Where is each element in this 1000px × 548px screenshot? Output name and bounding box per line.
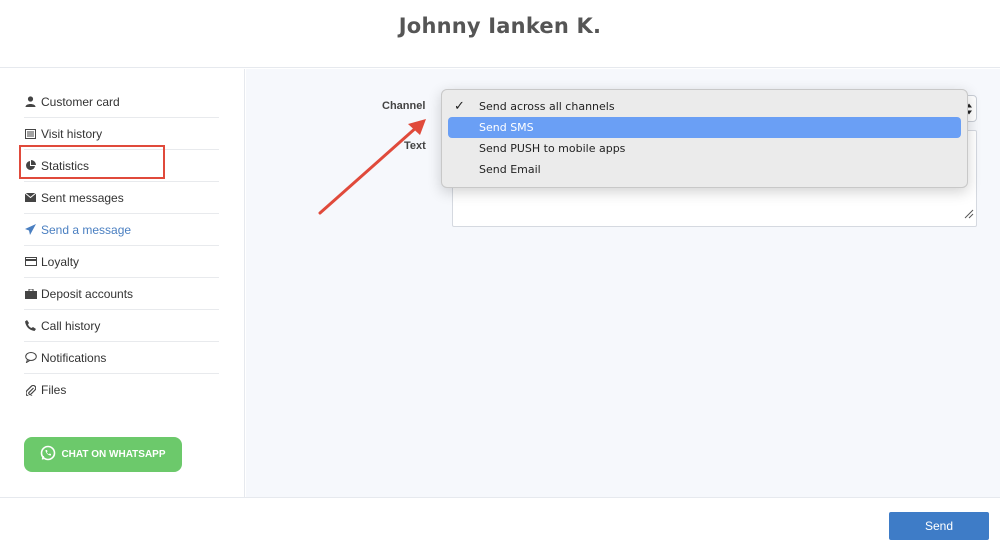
sidebar-item-visit-history[interactable]: Visit history xyxy=(24,118,219,150)
whatsapp-chat-button[interactable]: CHAT ON WHATSAPP xyxy=(24,437,182,472)
option-label: Send PUSH to mobile apps xyxy=(479,142,626,155)
sidebar-menu: Customer card Visit history Statistics S… xyxy=(24,86,219,406)
sidebar-item-label: Files xyxy=(41,383,67,397)
sidebar-item-label: Loyalty xyxy=(41,254,80,269)
page-footer: Send xyxy=(0,497,1000,548)
sidebar-item-customer-card[interactable]: Customer card xyxy=(24,86,219,118)
sidebar-item-label: Visit history xyxy=(41,126,103,141)
sidebar-item-label: Sent messages xyxy=(41,190,124,205)
whatsapp-icon xyxy=(40,445,56,464)
page-header: Johnny Ianken K. xyxy=(0,0,1000,68)
page-title: Johnny Ianken K. xyxy=(398,14,602,38)
channel-option-email[interactable]: Send Email xyxy=(448,159,961,180)
phone-icon xyxy=(24,319,37,332)
sidebar-item-label: Statistics xyxy=(41,158,90,173)
sidebar-item-send-message[interactable]: Send a message xyxy=(24,214,219,246)
channel-option-all[interactable]: ✓ Send across all channels xyxy=(448,96,961,117)
sidebar-item-label: Notifications xyxy=(41,350,107,365)
sidebar-item-files[interactable]: Files xyxy=(24,374,219,406)
send-button[interactable]: Send xyxy=(889,512,989,540)
user-icon xyxy=(24,95,37,108)
option-label: Send SMS xyxy=(479,121,534,134)
text-label: Text xyxy=(404,140,426,152)
checkmark-icon: ✓ xyxy=(454,99,465,114)
whatsapp-chat-label: CHAT ON WHATSAPP xyxy=(61,449,166,460)
paper-plane-icon xyxy=(24,223,37,236)
sidebar-item-label: Deposit accounts xyxy=(41,286,134,301)
briefcase-icon xyxy=(24,287,37,300)
option-label: Send across all channels xyxy=(479,100,615,113)
channel-option-push[interactable]: Send PUSH to mobile apps xyxy=(448,138,961,159)
list-icon xyxy=(24,127,37,140)
sidebar-item-label: Call history xyxy=(41,318,101,333)
channel-label: Channel xyxy=(382,100,426,112)
channel-dropdown-menu: ✓ Send across all channels Send SMS Send… xyxy=(441,89,968,188)
sidebar-item-statistics[interactable]: Statistics xyxy=(24,150,219,182)
sidebar-item-loyalty[interactable]: Loyalty xyxy=(24,246,219,278)
sidebar-item-label: Customer card xyxy=(41,94,120,109)
sidebar-item-label: Send a message xyxy=(41,222,132,237)
sidebar-item-notifications[interactable]: Notifications xyxy=(24,342,219,374)
sidebar-item-call-history[interactable]: Call history xyxy=(24,310,219,342)
resize-grip-icon[interactable] xyxy=(964,206,974,224)
credit-card-icon xyxy=(24,255,37,268)
paperclip-icon xyxy=(24,384,37,397)
speech-bubble-icon xyxy=(24,351,37,364)
sidebar: Customer card Visit history Statistics S… xyxy=(0,69,245,497)
envelope-icon xyxy=(24,191,37,204)
sidebar-item-deposit-accounts[interactable]: Deposit accounts xyxy=(24,278,219,310)
pie-chart-icon xyxy=(24,159,37,172)
option-label: Send Email xyxy=(479,163,541,176)
sidebar-item-sent-messages[interactable]: Sent messages xyxy=(24,182,219,214)
channel-option-sms[interactable]: Send SMS xyxy=(448,117,961,138)
